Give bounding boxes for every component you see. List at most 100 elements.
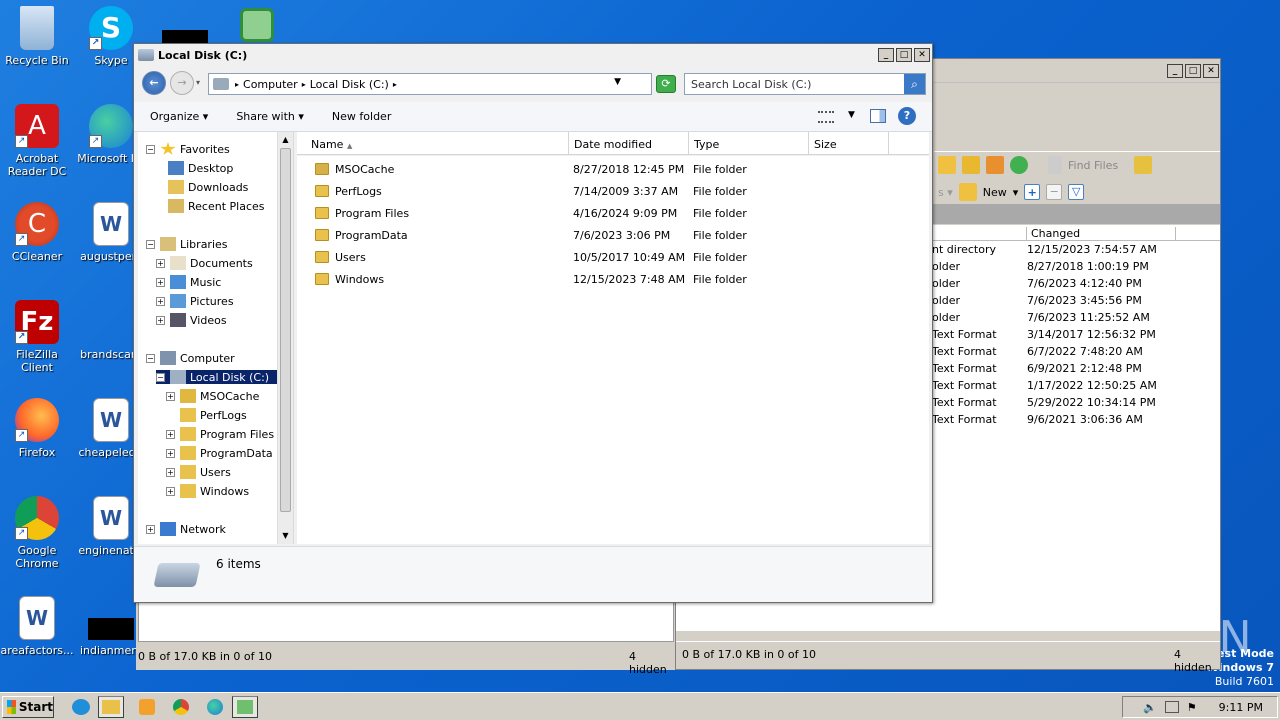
- view-options-chevron-icon[interactable]: ▼: [848, 110, 855, 120]
- back-button[interactable]: ←: [142, 71, 166, 95]
- nav-item-folder-5[interactable]: + Windows: [166, 484, 249, 498]
- nav-item-computer[interactable]: − Computer: [146, 351, 235, 365]
- clock[interactable]: 9:11 PM: [1219, 701, 1263, 714]
- breadcrumb-arrow-icon[interactable]: ▸: [393, 80, 397, 89]
- desktop-icon-filezilla[interactable]: Fz ↗ FileZilla Client: [0, 300, 74, 374]
- close-button[interactable]: ✕: [1203, 64, 1219, 78]
- expand-icon[interactable]: +: [166, 448, 175, 458]
- view-options-icon[interactable]: [818, 111, 834, 123]
- expand-icon[interactable]: +: [156, 296, 165, 306]
- close-button[interactable]: ✕: [914, 48, 930, 62]
- flag-icon[interactable]: ⚑: [1187, 701, 1197, 714]
- collapse-icon[interactable]: −: [156, 372, 165, 382]
- taskbar-explorer-icon[interactable]: [98, 696, 124, 718]
- nav-item-folder-4[interactable]: + Users: [166, 465, 231, 479]
- refresh-button[interactable]: ⟳: [656, 75, 676, 93]
- collapse-icon[interactable]: −: [146, 353, 155, 363]
- nav-item-documents[interactable]: + Documents: [156, 256, 253, 270]
- expand-icon[interactable]: +: [156, 258, 165, 268]
- scroll-up-arrow-icon[interactable]: ▲: [278, 132, 293, 148]
- forward-button[interactable]: →: [170, 71, 194, 95]
- nav-item-downloads[interactable]: Downloads: [168, 180, 248, 194]
- taskbar-media-player-icon[interactable]: [134, 696, 160, 718]
- nav-item-videos[interactable]: + Videos: [156, 313, 227, 327]
- desktop-icon-firefox[interactable]: ↗ Firefox: [0, 398, 74, 459]
- column-date-modified[interactable]: Date modified: [569, 132, 689, 155]
- nav-item-folder-3[interactable]: + ProgramData: [166, 446, 273, 460]
- collapse-icon[interactable]: −: [146, 144, 155, 154]
- column-changed[interactable]: Changed: [1026, 227, 1176, 240]
- new-button[interactable]: New: [983, 186, 1007, 199]
- desktop-icon-acrobat[interactable]: A ↗ Acrobat Reader DC: [0, 104, 74, 178]
- scroll-thumb[interactable]: [280, 148, 291, 512]
- nav-item-favorites[interactable]: − Favorites: [146, 142, 230, 156]
- expand-icon[interactable]: +: [166, 429, 175, 439]
- search-icon[interactable]: ⌕: [904, 74, 925, 94]
- folder-up-icon[interactable]: [938, 156, 956, 174]
- filter-icon[interactable]: ▽: [1068, 184, 1085, 200]
- address-dropdown-icon[interactable]: ▼: [614, 77, 621, 87]
- organize-button[interactable]: Organize ▾: [134, 110, 220, 123]
- taskbar-edge-icon[interactable]: [202, 696, 228, 718]
- refresh-icon[interactable]: [1010, 156, 1028, 174]
- desktop-icon-ccleaner[interactable]: C ↗ CCleaner: [0, 202, 74, 263]
- expand-icon[interactable]: +: [166, 467, 175, 477]
- table-row[interactable]: ProgramData 7/6/2023 3:06 PM File folder: [297, 224, 929, 246]
- taskbar-chrome-icon[interactable]: [168, 696, 194, 718]
- desktop-icon-areafactors[interactable]: W areafactors...: [0, 596, 74, 657]
- recent-pages-chevron-icon[interactable]: ▾: [196, 78, 200, 87]
- collapse-icon[interactable]: −: [146, 239, 155, 249]
- nav-item-recent[interactable]: Recent Places: [168, 199, 265, 213]
- expand-icon[interactable]: +: [146, 524, 155, 534]
- maximize-button[interactable]: □: [896, 48, 912, 62]
- taskbar-ie-icon[interactable]: [68, 696, 94, 718]
- taskbar-network-app-icon[interactable]: [232, 696, 258, 718]
- minimize-button[interactable]: _: [1167, 64, 1183, 78]
- volume-icon[interactable]: 🔈: [1143, 701, 1157, 714]
- preview-pane-icon[interactable]: [870, 109, 886, 123]
- nav-item-local-disk[interactable]: − Local Disk (C:): [156, 370, 278, 384]
- expand-icon[interactable]: +: [156, 315, 165, 325]
- network-icon[interactable]: [1164, 701, 1179, 713]
- search-input[interactable]: Search Local Disk (C:): [684, 73, 926, 95]
- expand-icon[interactable]: +: [166, 391, 175, 401]
- nav-item-folder-0[interactable]: + MSOCache: [166, 389, 259, 403]
- breadcrumb-computer[interactable]: Computer: [243, 78, 298, 91]
- nav-item-libraries[interactable]: − Libraries: [146, 237, 228, 251]
- desktop-icon-chrome[interactable]: ↗ Google Chrome: [0, 496, 74, 570]
- plus-icon[interactable]: +: [1024, 184, 1041, 200]
- table-row[interactable]: Program Files 4/16/2024 9:09 PM File folde…: [297, 202, 929, 224]
- table-row[interactable]: MSOCache 8/27/2018 12:45 PM File folder: [297, 158, 929, 180]
- nav-item-folder-2[interactable]: + Program Files: [166, 427, 274, 441]
- address-box[interactable]: ▸ Computer ▸ Local Disk (C:) ▸ ▼: [208, 73, 652, 95]
- find-files-button[interactable]: Find Files: [1068, 159, 1118, 172]
- navigation-scrollbar[interactable]: ▲ ▼: [277, 132, 293, 544]
- expand-icon[interactable]: +: [156, 277, 165, 287]
- expand-icon[interactable]: +: [166, 486, 175, 496]
- compare-icon[interactable]: [1134, 156, 1153, 174]
- column-type[interactable]: Type: [689, 132, 809, 155]
- nav-item-music[interactable]: + Music: [156, 275, 221, 289]
- table-row[interactable]: Windows 12/15/2023 7:48 AM File folder: [297, 268, 929, 290]
- table-row[interactable]: Users 10/5/2017 10:49 AM File folder: [297, 246, 929, 268]
- maximize-button[interactable]: □: [1185, 64, 1201, 78]
- left-pane-list[interactable]: [138, 602, 674, 642]
- nav-item-network[interactable]: + Network: [146, 522, 226, 536]
- breadcrumb-local-disk[interactable]: Local Disk (C:): [310, 78, 389, 91]
- breadcrumb-arrow-icon[interactable]: ▸: [235, 80, 239, 89]
- scroll-down-arrow-icon[interactable]: ▼: [278, 528, 293, 544]
- share-with-button[interactable]: Share with ▾: [220, 110, 316, 123]
- nav-item-pictures[interactable]: + Pictures: [156, 294, 234, 308]
- breadcrumb-arrow-icon[interactable]: ▸: [302, 80, 306, 89]
- minus-icon[interactable]: −: [1046, 184, 1063, 200]
- column-size[interactable]: Size: [809, 132, 889, 155]
- new-folder-button[interactable]: New folder: [316, 110, 403, 123]
- column-name[interactable]: Name ▲: [297, 132, 569, 155]
- nav-item-desktop[interactable]: Desktop: [168, 161, 233, 175]
- desktop-icon-recycle-bin[interactable]: Recycle Bin: [0, 6, 74, 67]
- table-row[interactable]: PerfLogs 7/14/2009 3:37 AM File folder: [297, 180, 929, 202]
- start-button[interactable]: Start: [2, 696, 54, 718]
- minimize-button[interactable]: _: [878, 48, 894, 62]
- folder-icon[interactable]: [962, 156, 980, 174]
- home-icon[interactable]: [986, 156, 1004, 174]
